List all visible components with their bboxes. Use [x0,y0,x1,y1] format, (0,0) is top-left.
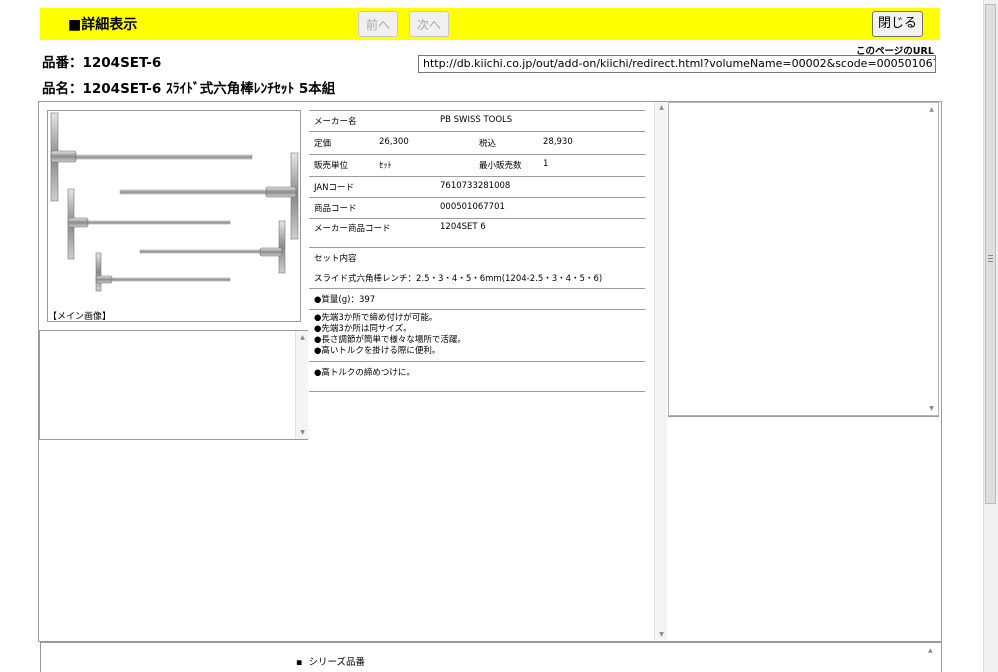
weight-text: ●質量(g)：397 [314,295,376,305]
min-qty-label: 最小販売数 [479,161,522,171]
scroll-up-arrow-icon[interactable]: ▲ [655,104,668,111]
scroll-down-arrow-icon[interactable]: ▼ [655,631,668,638]
series-panel: ▲ [40,642,942,672]
unit-value: ｾｯﾄ [379,161,392,171]
main-image[interactable] [47,110,301,322]
tax-value: 28,930 [543,137,573,147]
feature-item: ●高いトルクを掛ける際に便利。 [314,346,441,356]
page-scrollbar-thumb[interactable] [985,4,996,504]
scroll-up-arrow-icon[interactable]: ▲ [928,647,933,654]
next-button[interactable]: 次へ [409,11,449,37]
series-label: シリーズ品番 [308,657,366,668]
sub-image-scrollbar[interactable]: ▲ ▼ [295,331,308,439]
right-top-panel: ▲ ▼ [668,102,939,416]
spec-table: メーカー名 PB SWISS TOOLS 定価 26,300 税込 28,930… [309,110,645,392]
feature-item: ●長さ調節が簡単で様々な場所で活躍。 [314,335,466,345]
hex-key-set-image [50,112,299,292]
feature-item: ●先端3か所で締め付けが可能。 [314,313,438,323]
tax-label: 税込 [479,139,497,149]
maker-label: メーカー名 [314,117,357,127]
maker-value: PB SWISS TOOLS [440,115,513,125]
prev-button[interactable]: 前へ [358,11,398,37]
product-name: 品名：1204SET-6 ｽﾗｲﾄﾞ式六角棒ﾚﾝﾁｾｯﾄ 5本組 [42,81,336,97]
set-content-title: セット内容 [314,254,357,264]
scroll-down-arrow-icon[interactable]: ▼ [296,429,309,436]
right-panel-scrollbar[interactable]: ▲ ▼ [925,103,938,415]
jan-label: JANコード [314,183,355,193]
jan-value: 7610733281008 [440,181,511,191]
series-number-item: ▪ シリーズ品番 [296,657,366,668]
product-number: 品番：1204SET-6 [42,55,162,71]
scroll-up-arrow-icon[interactable]: ▲ [925,106,938,113]
price-label: 定価 [314,139,332,149]
product-code-label: 商品コード [314,204,357,214]
detail-scrollbar[interactable]: ▲ ▼ [654,102,667,640]
usage-text: ●高トルクの締めつけに。 [314,368,415,378]
set-content-text: スライド式六角棒レンチ：2.5・3・4・5・6mm(1204-2.5・3・4・5… [314,274,603,284]
header-bar [40,8,940,40]
feature-item: ●先端3か所は同サイズ。 [314,324,412,334]
min-qty-value: 1 [543,159,549,169]
product-code-value: 000501067701 [440,202,505,212]
maker-code-label: メーカー商品コード [314,224,391,234]
image-caption: 【メイン画像】 [48,312,112,322]
unit-label: 販売単位 [314,161,349,171]
close-button[interactable]: 閉じる [872,11,923,37]
right-bottom-panel [668,416,939,641]
price-value: 26,300 [379,137,409,147]
page-title: ■詳細表示 [68,17,138,33]
scroll-up-arrow-icon[interactable]: ▲ [296,334,309,341]
scroll-down-arrow-icon[interactable]: ▼ [925,405,938,412]
page-url-field[interactable]: http://db.kiichi.co.jp/out/add-on/kiichi… [418,55,936,73]
sub-image-panel: ▲ ▼ [39,330,308,440]
maker-code-value: 1204SET 6 [440,222,486,232]
